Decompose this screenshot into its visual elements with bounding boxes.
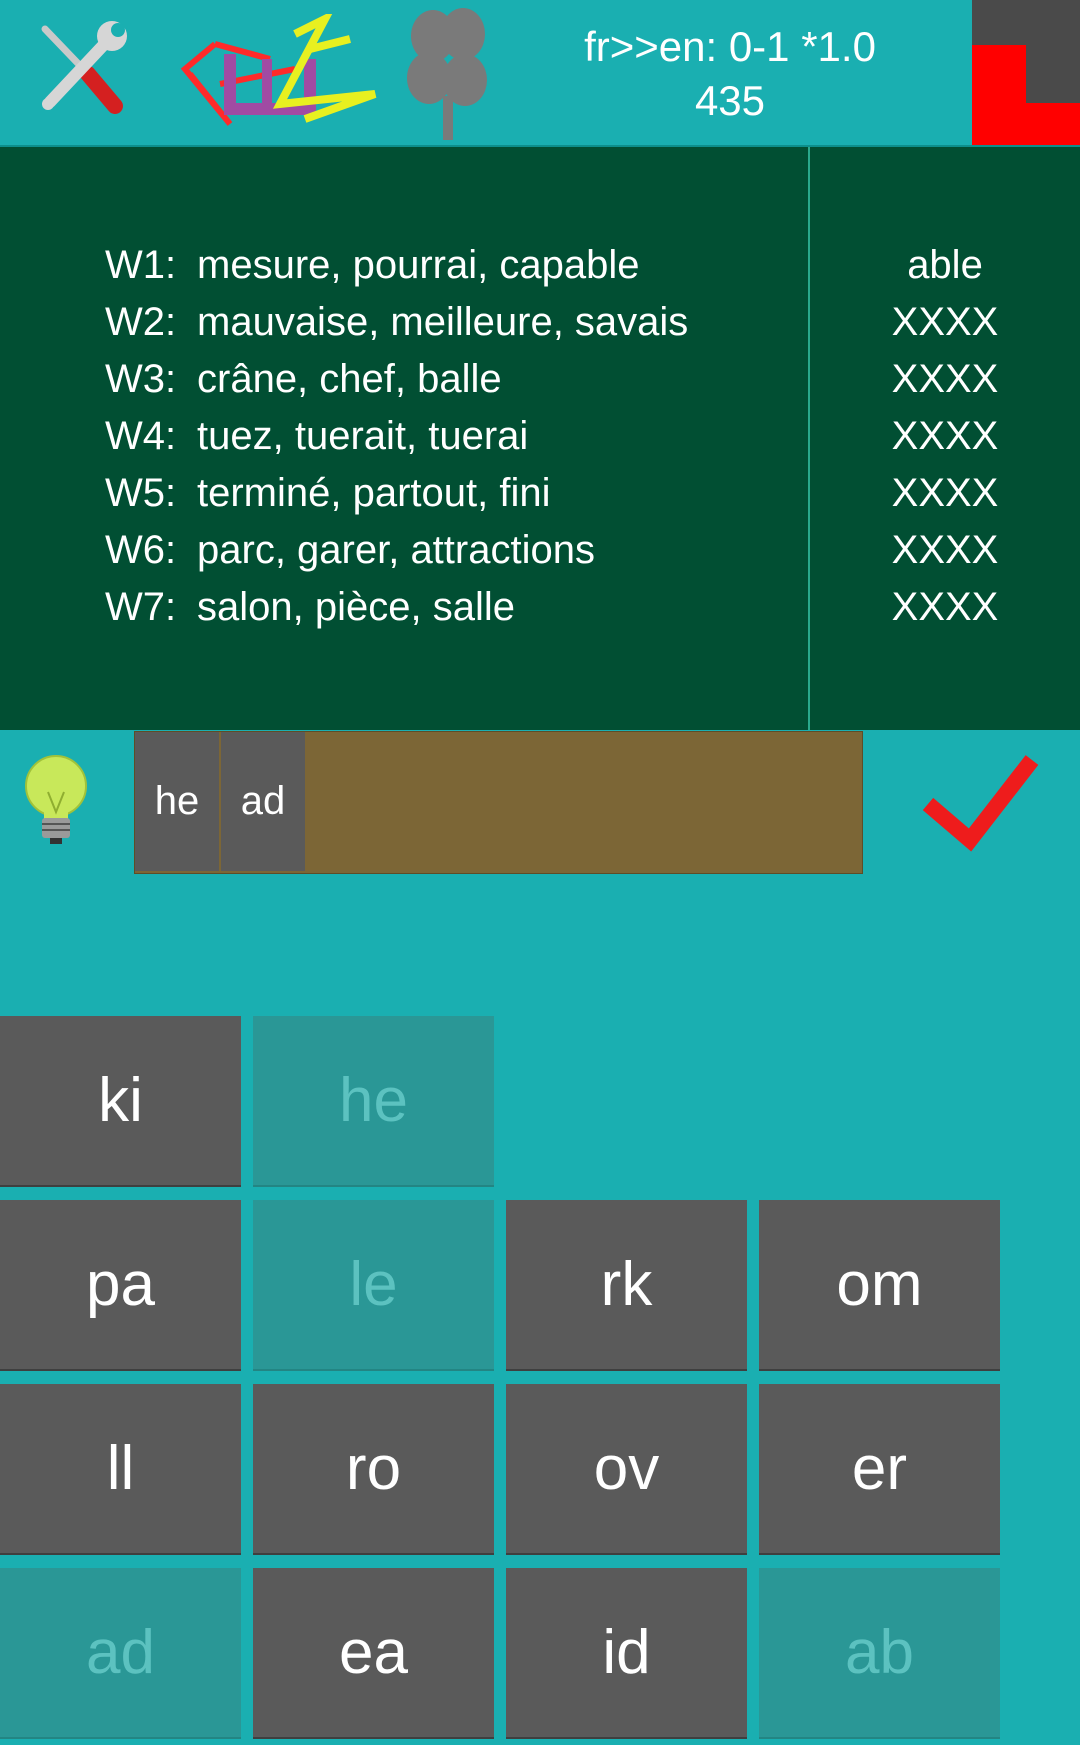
clue-row: W5: terminé, partout, fini: [105, 471, 551, 515]
entry-chip[interactable]: ad: [221, 732, 307, 871]
points-counter: 435: [694, 77, 766, 124]
answer-slot: XXXX: [891, 357, 999, 401]
syllable-key[interactable]: ea: [253, 1568, 494, 1739]
language-score: fr>>en: 0-1 *1.0: [584, 23, 876, 70]
clue-row: W6: parc, garer, attractions: [105, 528, 595, 572]
syllable-key[interactable]: pa: [0, 1200, 241, 1371]
syllable-key-used[interactable]: ab: [759, 1568, 1000, 1739]
settings-tools-icon[interactable]: [30, 14, 130, 129]
syllable-key-used[interactable]: he: [253, 1016, 494, 1187]
syllable-key[interactable]: er: [759, 1384, 1000, 1555]
answer-slot: XXXX: [891, 585, 999, 629]
syllable-key-used[interactable]: ad: [0, 1568, 241, 1739]
answer-slot: XXXX: [891, 528, 999, 572]
word-clues-panel: W1: mesure, pourrai, capable able W2: mauv…: [0, 147, 1080, 730]
scribble-logo-icon[interactable]: [175, 9, 390, 139]
syllable-key[interactable]: id: [506, 1568, 747, 1739]
answer-slot: able: [907, 243, 983, 287]
progress-indicator: [972, 0, 1080, 145]
syllable-key[interactable]: rk: [506, 1200, 747, 1371]
syllable-key-used[interactable]: le: [253, 1200, 494, 1371]
syllable-key[interactable]: om: [759, 1200, 1000, 1371]
clue-row: W4: tuez, tuerait, tuerai: [105, 414, 529, 458]
lightbulb-icon[interactable]: [22, 752, 90, 853]
clover-icon[interactable]: [405, 6, 490, 147]
syllable-key[interactable]: ov: [506, 1384, 747, 1555]
clue-row: W1: mesure, pourrai, capable: [105, 243, 640, 287]
panel-divider: [808, 147, 810, 730]
answer-slot: XXXX: [891, 300, 999, 344]
checkmark-icon[interactable]: [920, 752, 1040, 857]
top-bar: fr>>en: 0-1 *1.0 435: [0, 0, 1080, 147]
syllable-key[interactable]: ki: [0, 1016, 241, 1187]
clue-row: W7: salon, pièce, salle: [105, 585, 515, 629]
entry-chip[interactable]: he: [135, 732, 221, 871]
syllable-key[interactable]: ll: [0, 1384, 241, 1555]
answer-slot: XXXX: [891, 471, 999, 515]
syllable-key[interactable]: ro: [253, 1384, 494, 1555]
answer-slot: XXXX: [891, 414, 999, 458]
clue-row: W3: crâne, chef, balle: [105, 357, 502, 401]
clue-row: W2: mauvaise, meilleure, savais: [105, 300, 689, 344]
answer-entry-field[interactable]: he ad: [134, 731, 863, 874]
score-status: fr>>en: 0-1 *1.0 435: [500, 20, 960, 128]
